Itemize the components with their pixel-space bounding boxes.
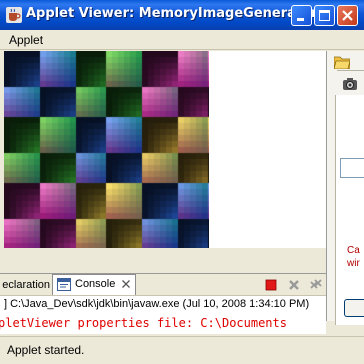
tab-declaration-label: eclaration <box>2 279 50 291</box>
maximize-button[interactable] <box>314 5 335 26</box>
menu-applet[interactable]: Applet <box>9 33 43 47</box>
tab-console-label: Console <box>75 278 116 290</box>
console-launch-info: ] C:\Java_Dev\sdk\jdk\bin\javaw.exe (Jul… <box>0 295 326 315</box>
menu-bar: Applet <box>0 30 364 50</box>
console-icon <box>57 278 71 291</box>
minimize-icon <box>297 18 304 21</box>
tab-close-icon[interactable] <box>121 279 131 289</box>
memory-image-canvas <box>4 51 209 248</box>
title-bar[interactable]: Applet Viewer: MemoryImageGenerator.... <box>0 0 364 30</box>
panel-content <box>335 95 364 325</box>
panel-warning-line2: wir <box>347 258 360 269</box>
console-launch-text: ] C:\Java_Dev\sdk\jdk\bin\javaw.exe (Jul… <box>4 298 310 310</box>
console-output[interactable]: pletViewer properties file: C:\Documents <box>0 314 326 334</box>
tab-declaration[interactable]: eclaration <box>0 276 52 294</box>
close-icon <box>342 10 353 21</box>
camera-icon[interactable] <box>342 76 358 92</box>
panel-warning-text: Ca wir <box>347 244 360 270</box>
right-side-panel: Ca wir <box>326 51 364 325</box>
applet-viewer-window: Applet Viewer: MemoryImageGenerator.... … <box>0 0 364 364</box>
coffee-cup-icon <box>6 7 22 23</box>
status-bar: Applet started. <box>0 336 364 364</box>
maximize-icon <box>319 10 330 21</box>
panel-divider <box>337 70 364 71</box>
remove-all-icon[interactable] <box>309 278 323 292</box>
status-text: Applet started. <box>7 343 85 357</box>
panel-button[interactable] <box>344 299 364 317</box>
remove-launch-icon[interactable] <box>287 278 301 292</box>
close-button[interactable] <box>337 5 358 26</box>
folder-icon[interactable] <box>334 55 350 69</box>
menu-divider <box>0 49 364 50</box>
window-title: Applet Viewer: MemoryImageGenerator.... <box>26 6 336 21</box>
panel-warning-line1: Ca <box>347 245 360 256</box>
terminate-icon[interactable] <box>264 278 278 292</box>
console-output-line: pletViewer properties file: C:\Documents <box>0 316 287 330</box>
minimize-button[interactable] <box>291 5 312 26</box>
console-tab-bar: eclaration Console <box>0 273 326 296</box>
applet-area <box>4 51 326 248</box>
panel-text-field[interactable] <box>340 158 364 178</box>
tab-console[interactable]: Console <box>52 274 136 295</box>
